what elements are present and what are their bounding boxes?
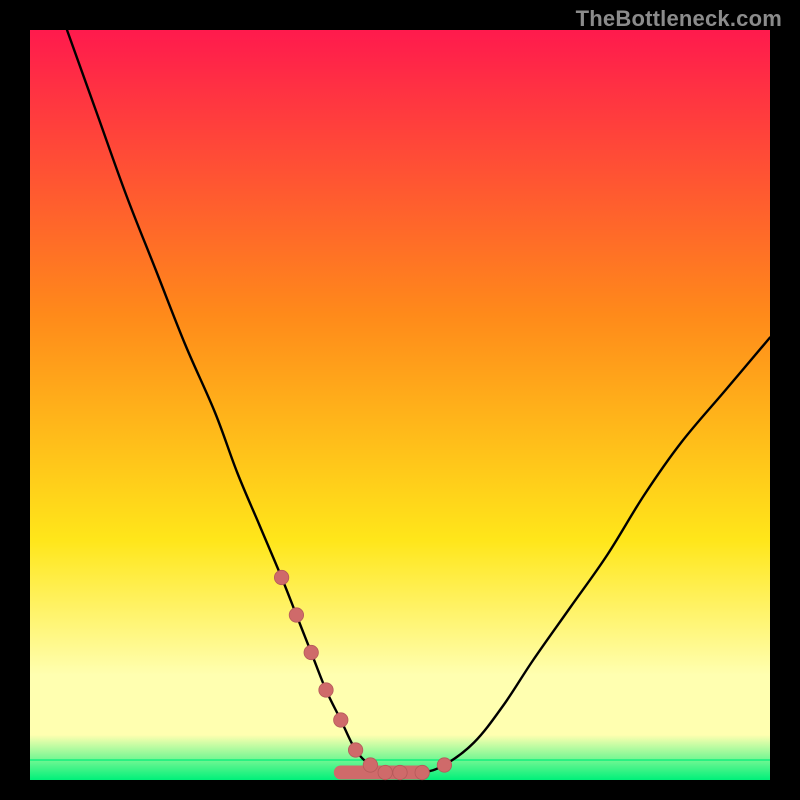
fit-marker-dot <box>304 645 318 659</box>
fit-marker-dot <box>378 765 392 779</box>
fit-marker-dot <box>363 758 377 772</box>
fit-marker-dot <box>289 608 303 622</box>
watermark-text: TheBottleneck.com <box>576 6 782 32</box>
fit-marker-dot <box>319 683 333 697</box>
fit-marker-dot <box>393 765 407 779</box>
fit-marker-dot <box>437 758 451 772</box>
chart-canvas <box>0 0 800 800</box>
fit-marker-dot <box>348 743 362 757</box>
fit-marker-dot <box>274 570 288 584</box>
gradient-background <box>30 30 770 780</box>
fit-marker-dot <box>415 765 429 779</box>
fit-marker-dot <box>334 713 348 727</box>
chart-frame: TheBottleneck.com <box>0 0 800 800</box>
